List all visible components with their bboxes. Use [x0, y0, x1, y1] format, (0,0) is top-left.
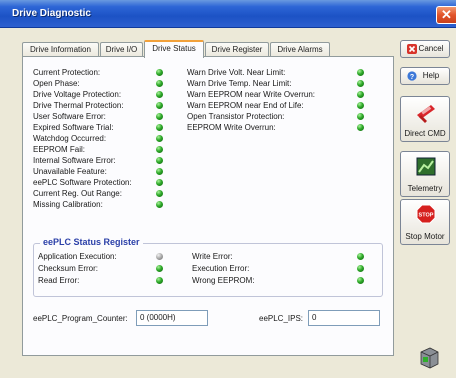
group-title: eePLC Status Register — [40, 237, 143, 247]
status-led-drive-thermal-protection — [156, 102, 163, 109]
status-label-open-transistor-protection: Open Transistor Protection: — [187, 112, 285, 121]
register-led-execution-error — [357, 265, 364, 272]
tab-label: Drive Information — [30, 45, 91, 54]
drive-diagnostic-window: Drive Diagnostic ✕ Drive Information Dri… — [0, 0, 456, 378]
tab-drive-register[interactable]: Drive Register — [205, 42, 269, 57]
svg-text:?: ? — [410, 74, 414, 81]
tab-label: Drive Alarms — [277, 45, 323, 54]
register-led-wrong-eeprom — [357, 277, 364, 284]
status-label-missing-calibration: Missing Calibration: — [33, 200, 103, 209]
status-led-missing-calibration — [156, 201, 163, 208]
close-icon: ✕ — [441, 7, 452, 22]
status-label-warn-drive-temp: Warn Drive Temp. Near Limit: — [187, 79, 292, 88]
status-label-warn-eeprom-write-overrun: Warn EEPROM near Write Overrun: — [187, 90, 316, 99]
status-led-unavailable-feature — [156, 168, 163, 175]
status-led-drive-voltage-protection — [156, 91, 163, 98]
status-label-expired-software-trial: Expired Software Trial: — [33, 123, 114, 132]
tab-drive-io[interactable]: Drive I/O — [100, 42, 143, 57]
direct-cmd-icon — [415, 101, 437, 127]
status-label-warn-eeprom-end-of-life: Warn EEPROM near End of Life: — [187, 101, 304, 110]
tab-label: Drive Register — [211, 45, 263, 54]
telemetry-button[interactable]: Telemetry — [400, 151, 450, 197]
title-bar[interactable]: Drive Diagnostic ✕ — [0, 0, 456, 28]
drive-status-panel: Current Protection: Open Phase: Drive Vo… — [22, 56, 394, 356]
close-button[interactable]: ✕ — [436, 6, 456, 24]
status-led-open-phase — [156, 80, 163, 87]
status-label-current-reg-out-range: Current Reg. Out Range: — [33, 189, 122, 198]
status-led-watchdog-occurred — [156, 135, 163, 142]
status-led-warn-eeprom-write-overrun — [357, 91, 364, 98]
svg-text:STOP: STOP — [419, 213, 434, 219]
eeplc-status-register-group: eePLC Status Register Application Execut… — [33, 237, 383, 297]
stop-motor-label: Stop Motor — [405, 232, 445, 241]
stop-motor-button[interactable]: STOP Stop Motor — [400, 199, 450, 245]
direct-cmd-button[interactable]: Direct CMD — [400, 96, 450, 142]
tab-drive-status[interactable]: Drive Status — [144, 40, 204, 58]
status-led-warn-drive-volt — [357, 69, 364, 76]
window-title: Drive Diagnostic — [12, 8, 91, 19]
telemetry-label: Telemetry — [407, 184, 443, 193]
register-label-checksum-error: Checksum Error: — [38, 264, 99, 273]
status-label-watchdog-occurred: Watchdog Occurred: — [33, 134, 107, 143]
status-led-user-software-error — [156, 113, 163, 120]
register-label-wrong-eeprom: Wrong EEPROM: — [192, 276, 255, 285]
tab-drive-alarms[interactable]: Drive Alarms — [270, 42, 330, 57]
status-led-eeprom-write-overrun — [357, 124, 364, 131]
status-label-eeprom-fail: EEPROM Fail: — [33, 145, 86, 154]
direct-cmd-label: Direct CMD — [404, 129, 446, 138]
register-led-checksum-error — [156, 265, 163, 272]
register-led-read-error — [156, 277, 163, 284]
register-label-write-error: Write Error: — [192, 252, 233, 261]
status-label-current-protection: Current Protection: — [33, 68, 101, 77]
status-led-eeplc-software-protection — [156, 179, 163, 186]
status-led-current-protection — [156, 69, 163, 76]
status-led-current-reg-out-range — [156, 190, 163, 197]
tab-label: Drive I/O — [105, 45, 138, 54]
status-label-drive-thermal-protection: Drive Thermal Protection: — [33, 101, 124, 110]
status-label-drive-voltage-protection: Drive Voltage Protection: — [33, 90, 122, 99]
status-label-eeprom-write-overrun: EEPROM Write Overrun: — [187, 123, 276, 132]
cancel-icon — [407, 44, 417, 56]
stop-sign-icon: STOP — [416, 204, 436, 226]
register-led-write-error — [357, 253, 364, 260]
help-button[interactable]: ? Help — [400, 67, 450, 85]
status-led-warn-drive-temp — [357, 80, 364, 87]
status-led-expired-software-trial — [156, 124, 163, 131]
connection-icon[interactable] — [418, 346, 440, 370]
status-label-open-phase: Open Phase: — [33, 79, 80, 88]
ips-label: eePLC_IPS: — [259, 314, 304, 323]
cancel-button[interactable]: Cancel — [400, 40, 450, 58]
ips-field[interactable]: 0 — [308, 310, 380, 326]
status-led-internal-software-error — [156, 157, 163, 164]
register-label-application-execution: Application Execution: — [38, 252, 117, 261]
telemetry-icon — [416, 156, 436, 180]
program-counter-field[interactable]: 0 (0000H) — [136, 310, 208, 326]
register-label-read-error: Read Error: — [38, 276, 80, 285]
status-label-internal-software-error: Internal Software Error: — [33, 156, 116, 165]
program-counter-label: eePLC_Program_Counter: — [33, 314, 128, 323]
status-led-open-transistor-protection — [357, 113, 364, 120]
register-led-application-execution — [156, 253, 163, 260]
status-label-unavailable-feature: Unavailable Feature: — [33, 167, 107, 176]
register-label-execution-error: Execution Error: — [192, 264, 250, 273]
tab-drive-information[interactable]: Drive Information — [22, 42, 99, 57]
status-label-eeplc-software-protection: eePLC Software Protection: — [33, 178, 132, 187]
status-label-user-software-error: User Software Error: — [33, 112, 106, 121]
status-led-warn-eeprom-end-of-life — [357, 102, 364, 109]
tab-label: Drive Status — [152, 44, 196, 53]
status-led-eeprom-fail — [156, 146, 163, 153]
help-icon: ? — [407, 71, 417, 83]
status-label-warn-drive-volt: Warn Drive Volt. Near Limit: — [187, 68, 286, 77]
